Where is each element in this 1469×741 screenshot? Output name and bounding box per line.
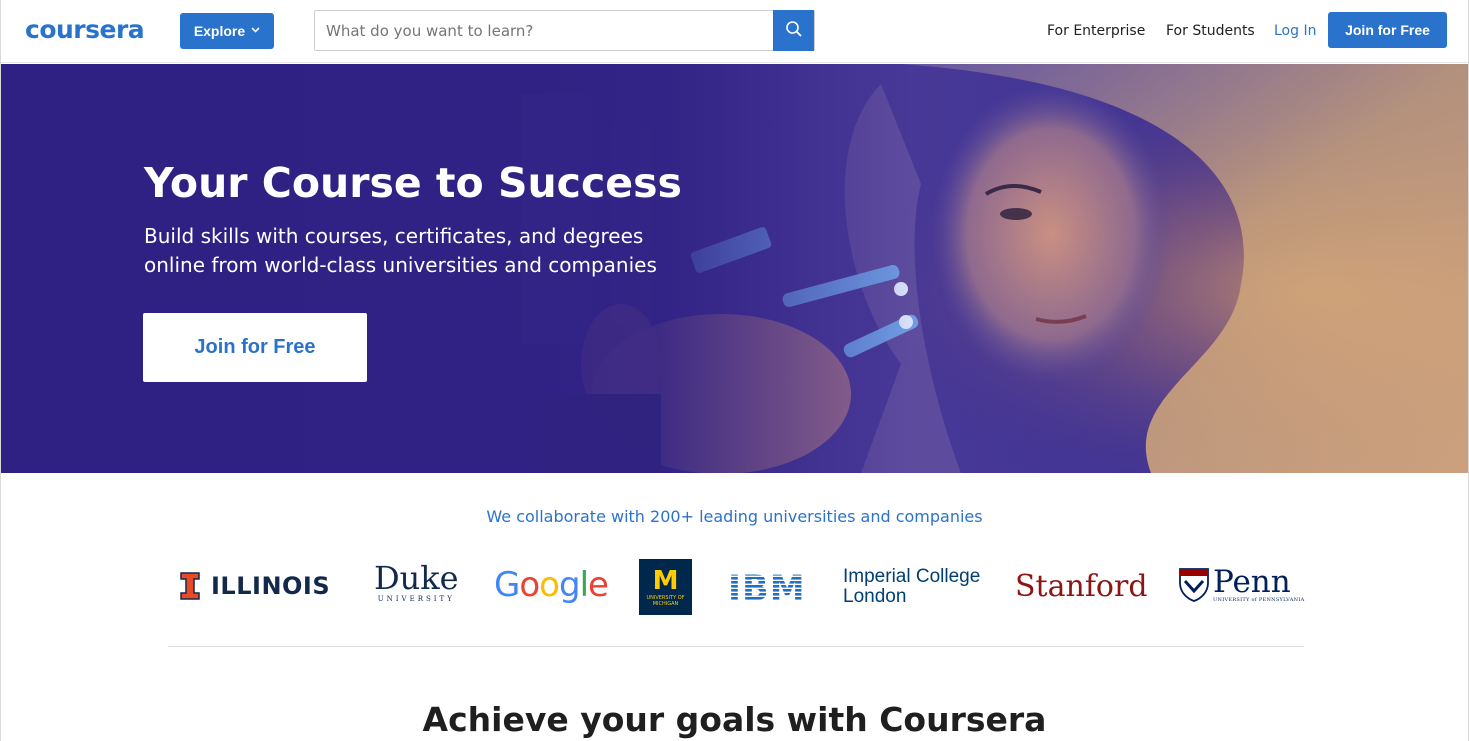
ibm-logo[interactable]: IBM — [728, 569, 810, 603]
search-bar — [314, 10, 815, 51]
hero-join-button[interactable]: Join for Free — [143, 313, 367, 382]
svg-text:IBM: IBM — [728, 569, 806, 603]
penn-wordmark: Penn — [1213, 564, 1291, 600]
for-enterprise-link[interactable]: For Enterprise — [1047, 21, 1145, 41]
illinois-wordmark: ILLINOIS — [211, 572, 331, 600]
stanford-wordmark: Stanford — [1015, 569, 1148, 604]
chevron-down-icon — [251, 26, 260, 36]
michigan-logo[interactable]: M UNIVERSITY OF MICHIGAN — [639, 559, 692, 615]
search-button[interactable] — [773, 10, 814, 51]
header-join-button[interactable]: Join for Free — [1328, 12, 1447, 48]
duke-wordmark: Duke — [374, 559, 459, 597]
duke-university-text: UNIVERSITY — [377, 595, 455, 603]
imperial-london-text: London — [843, 586, 907, 607]
hero-title: Your Course to Success — [144, 159, 682, 207]
penn-university-text: UNIVERSITY of PENNSYLVANIA — [1213, 597, 1305, 603]
coursera-logo[interactable]: coursera — [25, 14, 145, 46]
penn-shield-icon — [1179, 568, 1209, 602]
for-students-link[interactable]: For Students — [1166, 21, 1255, 41]
penn-logo[interactable]: Penn UNIVERSITY of PENNSYLVANIA — [1178, 567, 1305, 603]
illinois-logo[interactable]: ILLINOIS — [180, 572, 330, 600]
top-header: coursera Explore For Enterprise For Stud… — [0, 0, 1469, 63]
michigan-university-text: UNIVERSITY OF MICHIGAN — [646, 595, 685, 607]
imperial-logo[interactable]: Imperial College London — [843, 567, 980, 607]
illinois-block-i-icon — [180, 572, 200, 600]
goals-heading: Achieve your goals with Coursera — [422, 700, 1047, 739]
google-logo[interactable]: Google — [494, 563, 609, 607]
search-icon — [785, 20, 803, 41]
duke-logo[interactable]: Duke UNIVERSITY — [374, 561, 459, 603]
explore-button[interactable]: Explore — [180, 13, 274, 49]
explore-label: Explore — [193, 23, 246, 39]
hero-subtitle: Build skills with courses, certificates,… — [144, 224, 657, 277]
log-in-link[interactable]: Log In — [1274, 21, 1316, 41]
michigan-block-m: M — [652, 566, 679, 596]
google-wordmark: Google — [494, 565, 609, 605]
search-input[interactable] — [315, 11, 774, 50]
partner-logos: ILLINOIS Duke UNIVERSITY Google M UNIVER… — [0, 555, 1469, 619]
ibm-wordmark: IBM — [728, 569, 806, 603]
hero-banner: Your Course to Success Build skills with… — [1, 64, 1468, 473]
imperial-wordmark: Imperial College — [843, 566, 981, 587]
section-divider — [168, 646, 1304, 647]
stanford-logo[interactable]: Stanford — [1015, 569, 1148, 605]
partners-heading: We collaborate with 200+ leading univers… — [486, 507, 983, 526]
